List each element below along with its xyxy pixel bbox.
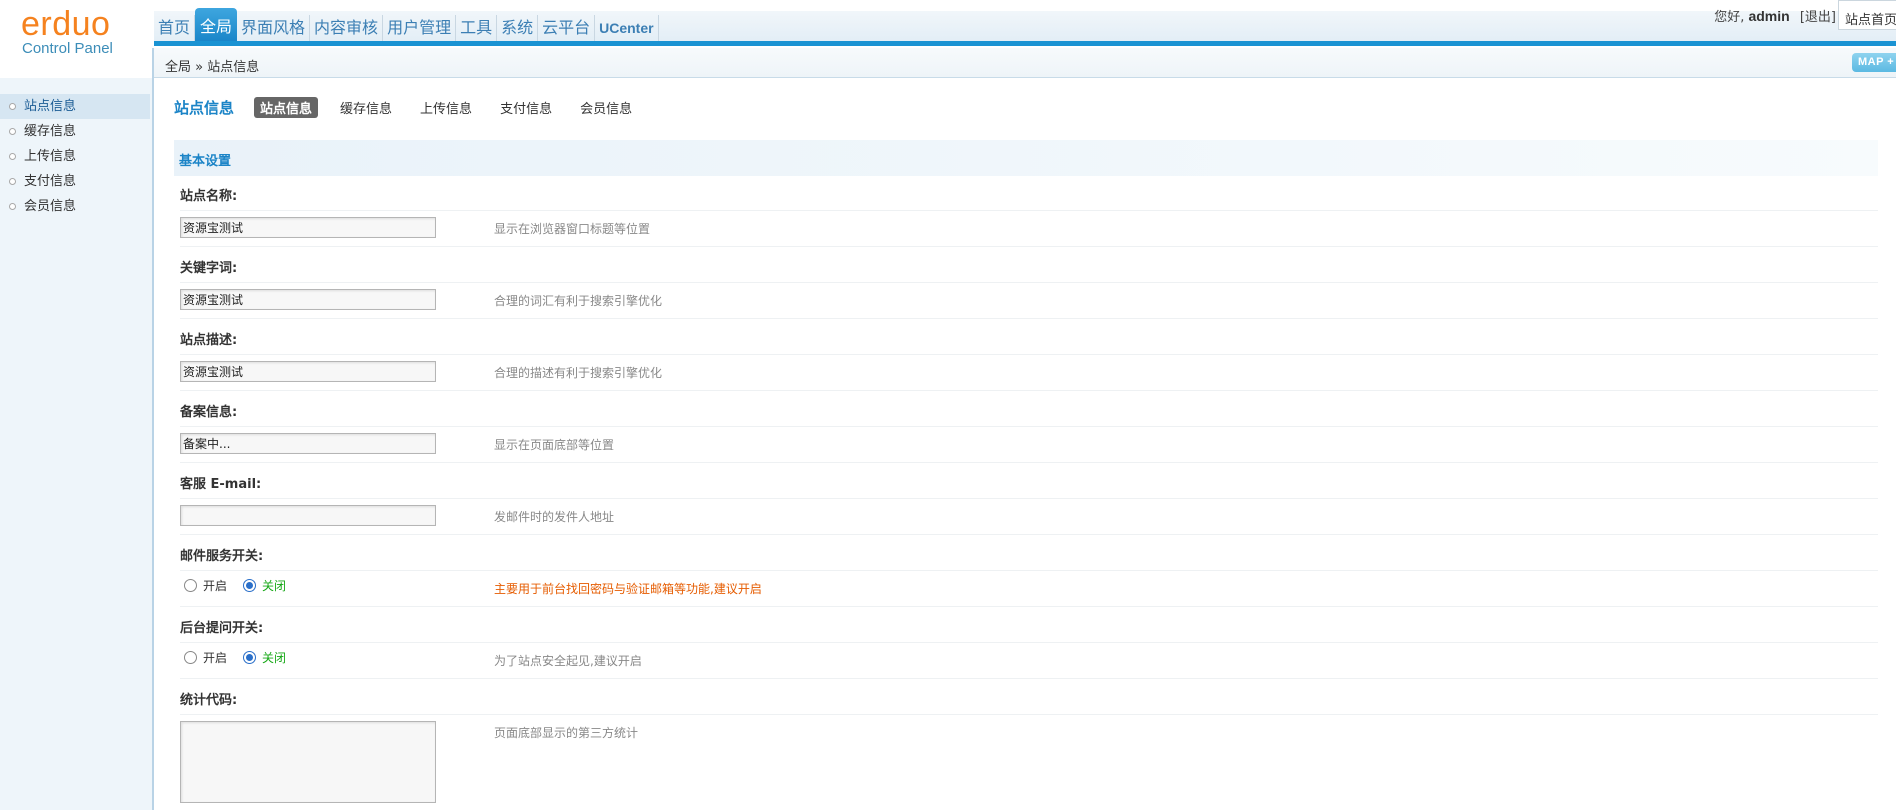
field-divider (180, 498, 1878, 499)
bullet-icon (9, 178, 16, 185)
bullet-icon (9, 153, 16, 160)
section-header: 基本设置 (174, 140, 1878, 176)
mail-switch-radio-group: 开启 关闭 (184, 577, 302, 594)
sidebar-item-label: 支付信息 (24, 174, 77, 189)
breadcrumb-bar: 全局 » 站点信息 MAP + (154, 48, 1896, 78)
tab-member-info[interactable]: 会员信息 (574, 97, 638, 118)
nav-item-cloud[interactable]: 云平台 (538, 15, 596, 41)
username: admin (1748, 8, 1790, 24)
mail-switch-label: 邮件服务开关: (180, 549, 264, 564)
field-divider (180, 570, 1878, 571)
breadcrumb: 全局 » 站点信息 (165, 60, 260, 75)
sidebar-menu: 站点信息 缓存信息 上传信息 支付信息 会员信息 (0, 94, 150, 219)
greeting-text: 您好, (1714, 10, 1745, 25)
mail-switch-off-label: 关闭 (262, 579, 287, 593)
tab-site-info[interactable]: 站点信息 (254, 96, 319, 118)
sidebar-item-label: 会员信息 (24, 199, 77, 214)
logout-link[interactable]: [退出] (1800, 10, 1836, 25)
sidebar-item-member-info[interactable]: 会员信息 (0, 194, 150, 219)
sidebar-item-upload-info[interactable]: 上传信息 (0, 144, 150, 169)
email-input[interactable] (180, 505, 436, 526)
site-name-input[interactable] (180, 217, 436, 238)
site-name-label: 站点名称: (180, 189, 238, 204)
main-content: 站点信息 站点信息 缓存信息 上传信息 支付信息 会员信息 基本设置 站点名称:… (174, 78, 1880, 810)
icp-hint: 显示在页面底部等位置 (494, 438, 615, 452)
question-switch-hint: 为了站点安全起见,建议开启 (494, 654, 642, 668)
nav-item-style[interactable]: 界面风格 (237, 15, 311, 41)
sidebar-item-payment-info[interactable]: 支付信息 (0, 169, 150, 194)
nav-item-tools[interactable]: 工具 (456, 15, 498, 41)
field-divider (180, 426, 1878, 427)
question-switch-radio-group: 开启 关闭 (184, 649, 302, 666)
bullet-icon (9, 128, 16, 135)
field-divider (180, 462, 1878, 463)
icp-label: 备案信息: (180, 405, 238, 420)
field-divider (180, 714, 1878, 715)
field-divider (180, 606, 1878, 607)
nav-item-home[interactable]: 首页 (154, 15, 196, 41)
nav-item-moderation[interactable]: 内容审核 (310, 15, 384, 41)
email-hint: 发邮件时的发件人地址 (494, 510, 615, 524)
logo-text: erduo (21, 5, 111, 43)
page-title-row: 站点信息 站点信息 缓存信息 上传信息 支付信息 会员信息 (174, 96, 654, 118)
site-home-button[interactable]: 站点首页 (1838, 0, 1896, 30)
email-label: 客服 E-mail: (180, 477, 262, 492)
mail-switch-hint: 主要用于前台找回密码与验证邮箱等功能,建议开启 (494, 582, 762, 596)
description-label: 站点描述: (180, 333, 238, 348)
bullet-icon (9, 203, 16, 210)
sidebar-item-label: 站点信息 (24, 99, 77, 114)
sidebar: 站点信息 缓存信息 上传信息 支付信息 会员信息 (0, 78, 152, 810)
sidebar-item-label: 缓存信息 (24, 124, 77, 139)
icp-input[interactable] (180, 433, 436, 454)
user-area: 您好, admin [退出] (1714, 6, 1836, 25)
top-nav: 首页 全局 界面风格 内容审核 用户管理 工具 系统 云平台 UCenter (154, 8, 659, 41)
sidebar-divider (152, 48, 154, 810)
sidebar-item-cache-info[interactable]: 缓存信息 (0, 119, 150, 144)
page-title: 站点信息 (174, 98, 235, 117)
field-divider (180, 246, 1878, 247)
description-input[interactable] (180, 361, 436, 382)
field-divider (180, 210, 1878, 211)
stats-code-textarea[interactable] (180, 721, 436, 803)
tab-upload-info[interactable]: 上传信息 (414, 97, 478, 118)
sidebar-item-label: 上传信息 (24, 149, 77, 164)
keywords-label: 关键字词: (180, 261, 238, 276)
site-name-hint: 显示在浏览器窗口标题等位置 (494, 222, 651, 236)
mail-switch-off-radio[interactable] (243, 579, 257, 592)
nav-item-users[interactable]: 用户管理 (383, 15, 457, 41)
tab-payment-info[interactable]: 支付信息 (494, 97, 558, 118)
header: erduo Control Panel 首页 全局 界面风格 内容审核 用户管理… (0, 0, 1896, 56)
nav-item-ucenter[interactable]: UCenter (595, 15, 659, 41)
question-switch-off-label: 关闭 (262, 651, 287, 665)
keywords-hint: 合理的词汇有利于搜索引擎优化 (494, 294, 663, 308)
field-divider (180, 678, 1878, 679)
logo-subtitle: Control Panel (22, 40, 113, 57)
field-divider (180, 390, 1878, 391)
description-hint: 合理的描述有利于搜索引擎优化 (494, 366, 663, 380)
nav-item-global[interactable]: 全局 (195, 8, 238, 41)
question-switch-label: 后台提问开关: (180, 621, 264, 636)
nav-item-system[interactable]: 系统 (497, 15, 539, 41)
field-divider (180, 282, 1878, 283)
field-divider (180, 642, 1878, 643)
stats-code-label: 统计代码: (180, 693, 238, 708)
question-switch-on-label: 开启 (203, 651, 228, 665)
keywords-input[interactable] (180, 289, 436, 310)
mail-switch-on-label: 开启 (203, 579, 228, 593)
section-title: 基本设置 (179, 154, 232, 169)
question-switch-on-radio[interactable] (184, 651, 197, 664)
field-divider (180, 318, 1878, 319)
question-switch-off-radio[interactable] (243, 651, 257, 664)
logo[interactable]: erduo Control Panel (21, 6, 131, 56)
field-divider (180, 534, 1878, 535)
field-divider (180, 354, 1878, 355)
tab-cache-info[interactable]: 缓存信息 (334, 97, 398, 118)
stats-code-hint: 页面底部显示的第三方统计 (494, 726, 639, 740)
mail-switch-on-radio[interactable] (184, 579, 197, 592)
bullet-icon (9, 103, 16, 110)
nav-underline (154, 41, 1896, 46)
map-button[interactable]: MAP + (1852, 53, 1896, 72)
sidebar-item-site-info[interactable]: 站点信息 (0, 94, 150, 119)
